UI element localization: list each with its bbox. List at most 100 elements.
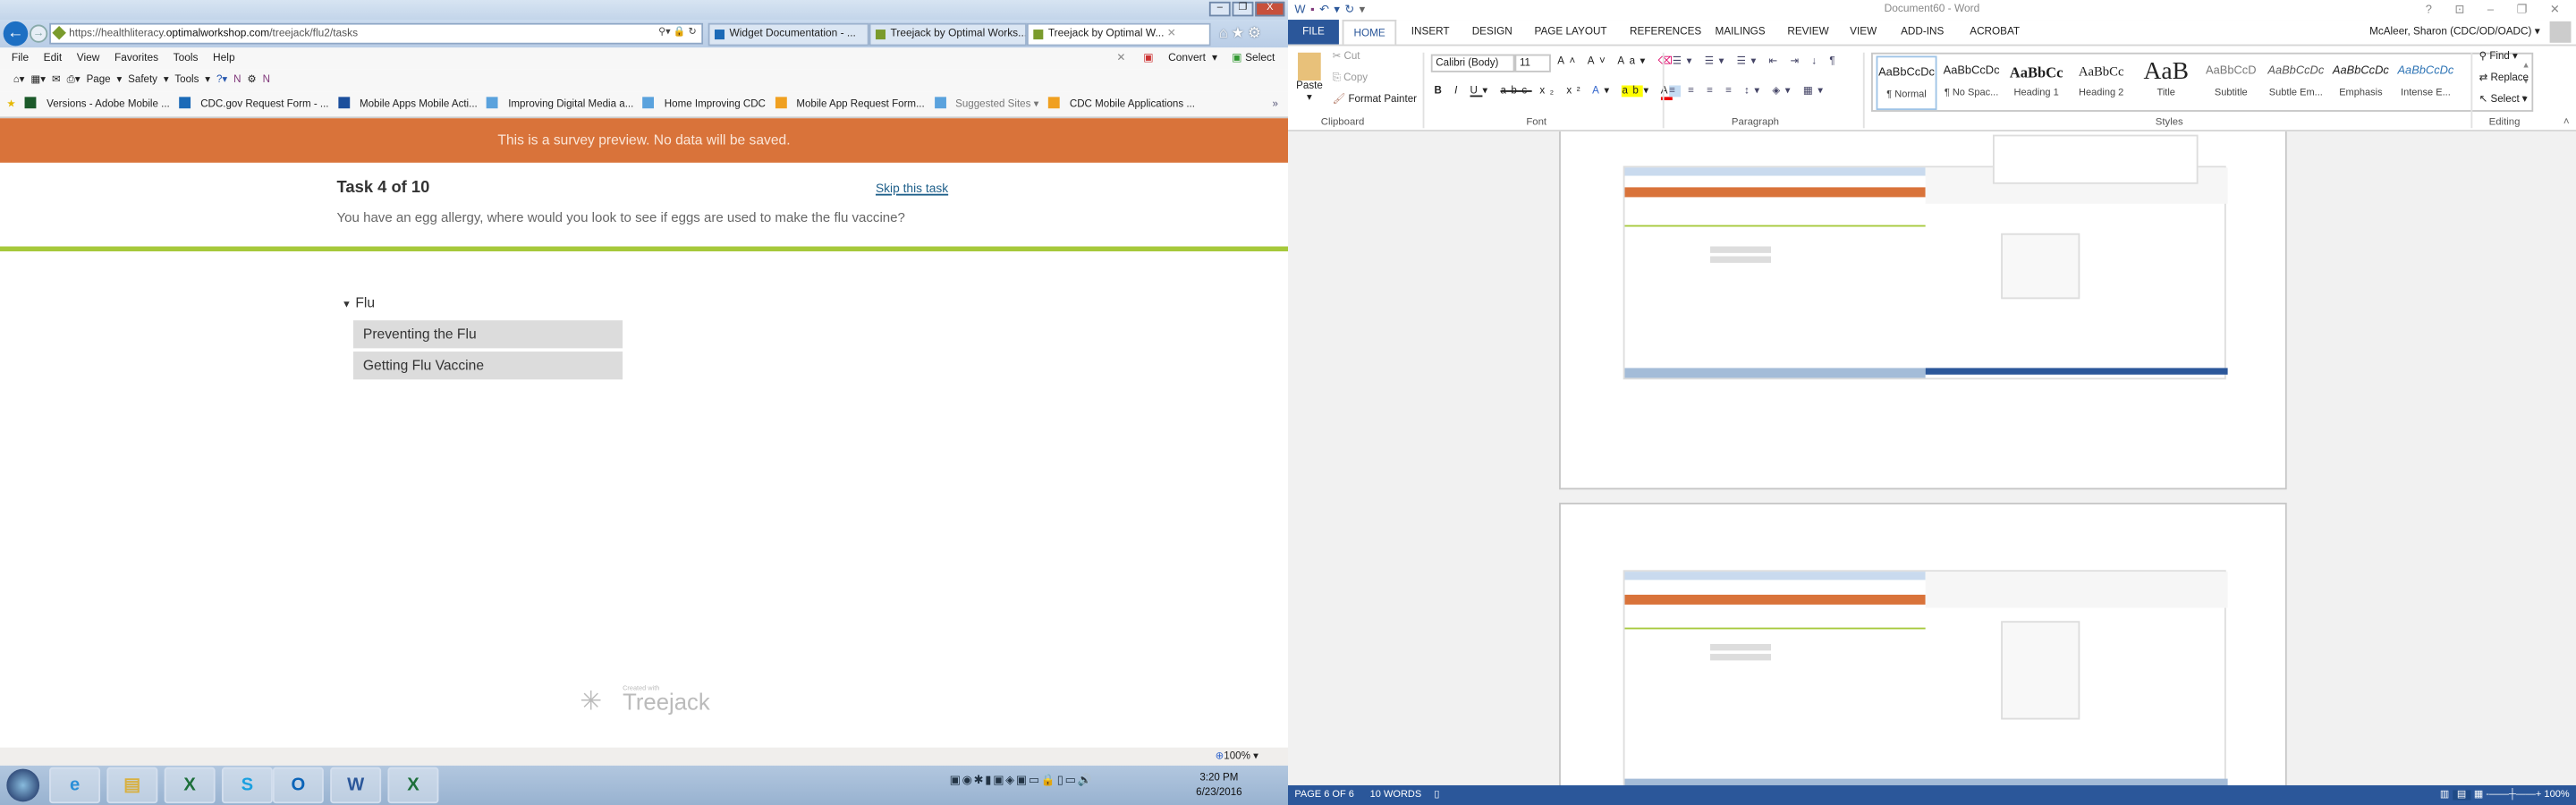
style-heading-2[interactable]: AaBbCc Heading 2	[2071, 55, 2131, 110]
favorite-link[interactable]: Versions - Adobe Mobile ...	[25, 97, 170, 110]
convert-button[interactable]: Convert	[1168, 53, 1206, 64]
favorite-link[interactable]: Mobile Apps Mobile Acti...	[338, 97, 478, 110]
favorite-link[interactable]: CDC.gov Request Form - ...	[179, 97, 329, 110]
list-indent-buttons[interactable]: ☰▾ ☰▾ ☰▾ ⇤ ⇥ ↓ ¶	[1673, 55, 1840, 67]
user-account[interactable]: McAleer, Sharon (CDC/OD/OADC) ▾	[2369, 20, 2540, 45]
menu-help[interactable]: Help	[213, 53, 235, 64]
tab-treejack-1[interactable]: Treejack by Optimal Works...	[869, 22, 1027, 47]
proofing-icon[interactable]: ▯	[1434, 790, 1439, 800]
favorite-link[interactable]: Suggested Sites ▾	[934, 97, 1038, 110]
font-format-buttons[interactable]: B I U▾ abc x₂ x² A▾ ab▾ A▾	[1434, 85, 1682, 101]
collapse-ribbon-icon[interactable]: ˄	[2563, 116, 2570, 128]
read-mode-icon[interactable]: ▥	[2440, 790, 2449, 800]
style-title[interactable]: AaB Title	[2136, 55, 2197, 110]
taskbar-skype[interactable]: S	[221, 767, 273, 804]
menu-edit[interactable]: Edit	[44, 53, 63, 64]
tab-treejack-active[interactable]: Treejack by Optimal W... ✕	[1026, 22, 1211, 47]
paste-button[interactable]: Paste ▾	[1296, 52, 1323, 104]
menu-tools[interactable]: Tools	[174, 53, 199, 64]
back-button[interactable]: ←	[3, 21, 29, 47]
onenote-linked-icon[interactable]: N	[263, 74, 270, 86]
start-button[interactable]	[6, 768, 40, 802]
find-button[interactable]: ⚲ Find ▾	[2479, 51, 2518, 63]
tab-widget-documentation[interactable]: Widget Documentation - ...	[708, 22, 869, 47]
tab-acrobat[interactable]: ACROBAT	[1970, 20, 2020, 45]
replace-button[interactable]: ⇄ Replace	[2479, 72, 2529, 84]
word-count[interactable]: 10 WORDS	[1370, 790, 1422, 800]
undo-icon[interactable]: ↶▾	[1319, 5, 1344, 17]
tab-view[interactable]: VIEW	[1850, 20, 1877, 45]
forward-button[interactable]: →	[30, 24, 48, 43]
taskbar-explorer[interactable]: ▤	[106, 767, 158, 804]
close-tab-icon[interactable]: ✕	[1167, 28, 1176, 39]
save-icon[interactable]: ▪	[1310, 5, 1319, 17]
onenote-icon[interactable]: N	[233, 74, 241, 86]
clock[interactable]: 3:20 PM 6/23/2016	[1196, 770, 1241, 800]
tab-mailings[interactable]: MAILINGS	[1716, 20, 1766, 45]
help-icon[interactable]: ?▾	[216, 74, 227, 86]
avatar[interactable]	[2549, 21, 2572, 43]
tab-page-layout[interactable]: PAGE LAYOUT	[1535, 20, 1607, 45]
tree-item-getting-flu-vaccine[interactable]: Getting Flu Vaccine	[352, 352, 623, 380]
tab-references[interactable]: REFERENCES	[1630, 20, 1701, 45]
close-button[interactable]: X	[1255, 1, 1285, 17]
menu-favorites[interactable]: Favorites	[114, 53, 158, 64]
select-button[interactable]: Select	[1245, 53, 1275, 64]
zoom-level[interactable]: 100%	[1224, 750, 1250, 762]
system-tray-icons[interactable]: ▣◉✱▮▣◈▣▭🔒▯▭🔊	[950, 774, 1094, 787]
favorite-link[interactable]: Improving Digital Media a...	[487, 97, 633, 110]
favorite-link[interactable]: Mobile App Request Form...	[775, 97, 925, 110]
favorite-link[interactable]: Home Improving CDC	[642, 97, 766, 110]
print-icon[interactable]: ⎙▾	[67, 74, 80, 86]
favorite-link[interactable]: CDC Mobile Applications ...	[1047, 97, 1195, 110]
feeds-icon[interactable]: ▦▾	[30, 74, 46, 86]
redo-icon[interactable]: ↻	[1344, 5, 1359, 17]
page-count[interactable]: PAGE 6 OF 6	[1294, 790, 1354, 800]
taskbar-word[interactable]: W	[330, 767, 382, 804]
style-subtle-em[interactable]: AaBbCcDc Subtle Em...	[2266, 55, 2326, 110]
safety-menu[interactable]: Safety ▾	[128, 74, 168, 86]
style-emphasis[interactable]: AaBbCcDc Emphasis	[2330, 55, 2391, 110]
taskbar-excel[interactable]: X	[164, 767, 216, 804]
style-normal[interactable]: AaBbCcDc ¶ Normal	[1876, 55, 1937, 111]
gear-icon[interactable]: ⚙	[247, 74, 256, 86]
taskbar-excel-2[interactable]: X	[387, 767, 439, 804]
address-bar[interactable]: https://healthliteracy.optimalworkshop.c…	[49, 22, 704, 45]
format-painter-button[interactable]: 🖌 Format Painter	[1333, 92, 1417, 106]
tree-node-flu[interactable]: ▼ Flu	[342, 294, 375, 310]
print-layout-icon[interactable]: ▤	[2452, 790, 2471, 801]
font-size-select[interactable]: 11	[1514, 54, 1551, 72]
tab-review[interactable]: REVIEW	[1787, 20, 1828, 45]
tab-add-ins[interactable]: ADD-INS	[1901, 20, 1944, 45]
taskbar-outlook[interactable]: O	[272, 767, 324, 804]
tab-insert[interactable]: INSERT	[1411, 20, 1450, 45]
font-size-tools[interactable]: A˄ A˅ Aa▾ ⌫	[1557, 55, 1677, 67]
select-button[interactable]: ↖ Select ▾	[2479, 94, 2528, 106]
alignment-buttons[interactable]: ≡ ≡ ≡ ≡ ↕▾ ◈▾ ▦▾	[1669, 85, 1828, 97]
tree-item-preventing-the-flu[interactable]: Preventing the Flu	[352, 320, 623, 349]
favorites-star-icon[interactable]: ★	[6, 98, 15, 110]
home-favorites-settings-icons[interactable]: ⌂★⚙	[1219, 25, 1265, 43]
style-subtitle[interactable]: AaBbCcD Subtitle	[2200, 55, 2261, 110]
menu-view[interactable]: View	[77, 53, 100, 64]
zoom-slider[interactable]: -——┼——+	[2486, 790, 2541, 800]
style-heading-1[interactable]: AaBbCc Heading 1	[2006, 55, 2067, 110]
tools-menu[interactable]: Tools ▾	[174, 74, 210, 86]
web-layout-icon[interactable]: ▦	[2474, 790, 2483, 800]
word-window-controls[interactable]: ? ⊡ – ❐ ✕	[2426, 2, 2570, 21]
skip-task-link[interactable]: Skip this task	[876, 181, 948, 196]
zoom-level[interactable]: 100%	[2544, 790, 2569, 800]
minimize-button[interactable]: –	[1208, 1, 1231, 17]
taskbar-ie[interactable]: e	[49, 767, 101, 804]
tab-file[interactable]: FILE	[1287, 20, 1339, 45]
tab-design[interactable]: DESIGN	[1472, 20, 1513, 45]
menu-file[interactable]: File	[12, 53, 29, 64]
home-icon[interactable]: ⌂▾	[13, 74, 25, 86]
style-no-spac[interactable]: AaBbCcDc ¶ No Spac...	[1941, 55, 2002, 110]
tab-home[interactable]: HOME	[1342, 20, 1397, 45]
cut-button[interactable]: ✂ Cut	[1333, 51, 1360, 63]
style-intense-e[interactable]: AaBbCcDc Intense E...	[2395, 55, 2456, 110]
chevron-right-icon[interactable]: »	[1273, 92, 1278, 118]
close-toolbar-icon[interactable]: ✕	[1116, 53, 1125, 64]
restore-button[interactable]: ❐	[1232, 1, 1254, 17]
